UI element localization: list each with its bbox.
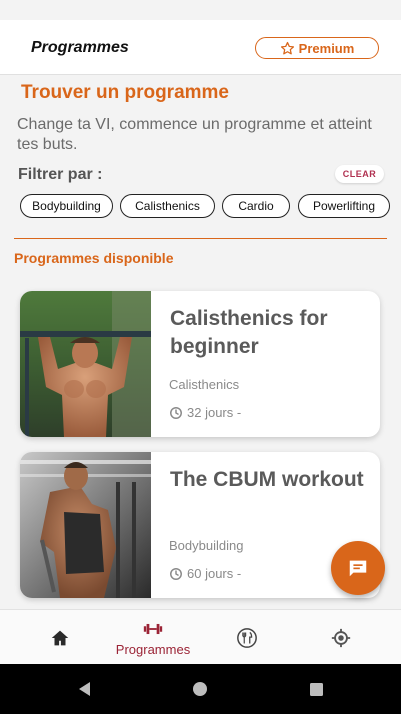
program-photo (20, 452, 151, 598)
home-circle-icon (193, 682, 207, 696)
location-icon (331, 628, 351, 647)
chat-fab-button[interactable] (331, 541, 385, 595)
filter-chip-powerlifting[interactable]: Powerlifting (298, 194, 390, 218)
nav-nutrition[interactable] (207, 610, 287, 664)
premium-label: Premium (298, 40, 355, 56)
program-category: Bodybuilding (169, 538, 244, 553)
filter-chip-calisthenics[interactable]: Calisthenics (120, 194, 215, 218)
nav-programmes-label: Programmes (115, 642, 191, 657)
top-app-bar: Programmes Premium (0, 20, 401, 75)
chat-icon (349, 560, 367, 577)
recents-icon (309, 682, 323, 696)
program-card[interactable]: Calisthenics for beginner Calisthenics 3… (20, 291, 380, 437)
program-category: Calisthenics (169, 377, 240, 392)
finder-subtitle: Change ta VI, commence un programme et a… (17, 116, 372, 153)
nutrition-icon (237, 627, 257, 648)
clock-icon (170, 567, 182, 580)
app-screen: Programmes Premium Trouver un programme … (0, 0, 401, 664)
program-duration: 60 jours - (169, 566, 241, 581)
filter-label: Filtrer par : (18, 166, 103, 183)
bottom-navigation: Programmes (0, 609, 401, 664)
nav-home[interactable] (20, 610, 100, 664)
system-recents-button[interactable] (306, 679, 326, 699)
program-card[interactable]: The CBUM workout Bodybuilding 60 jours - (20, 452, 380, 598)
section-divider (14, 238, 387, 239)
clear-filters-button[interactable]: CLEAR (335, 165, 384, 183)
program-name: The CBUM workout (170, 468, 364, 491)
program-duration: 32 jours - (169, 405, 241, 420)
system-home-button[interactable] (190, 679, 210, 699)
filter-chip-bodybuilding[interactable]: Bodybuilding (20, 194, 113, 218)
program-duration-text: 32 jours - (187, 405, 242, 420)
star-icon (280, 41, 294, 54)
nav-programmes[interactable]: Programmes (113, 610, 193, 664)
program-photo (20, 291, 151, 437)
filter-chip-cardio[interactable]: Cardio (222, 194, 290, 218)
page-title: Programmes (31, 39, 129, 56)
clock-icon (170, 406, 182, 419)
available-programs-title: Programmes disponible (14, 250, 174, 266)
program-duration-text: 60 jours - (187, 566, 242, 581)
finder-title: Trouver un programme (21, 82, 229, 103)
premium-button[interactable]: Premium (255, 37, 379, 59)
system-navigation-bar (0, 664, 401, 714)
home-icon (51, 630, 69, 645)
back-icon (79, 682, 90, 696)
system-back-button[interactable] (74, 679, 94, 699)
filter-chips: Bodybuilding Calisthenics Cardio Powerli… (20, 194, 401, 218)
dumbbell-icon (143, 623, 163, 635)
nav-location[interactable] (301, 610, 381, 664)
program-name: Calisthenics for beginner (170, 307, 328, 358)
